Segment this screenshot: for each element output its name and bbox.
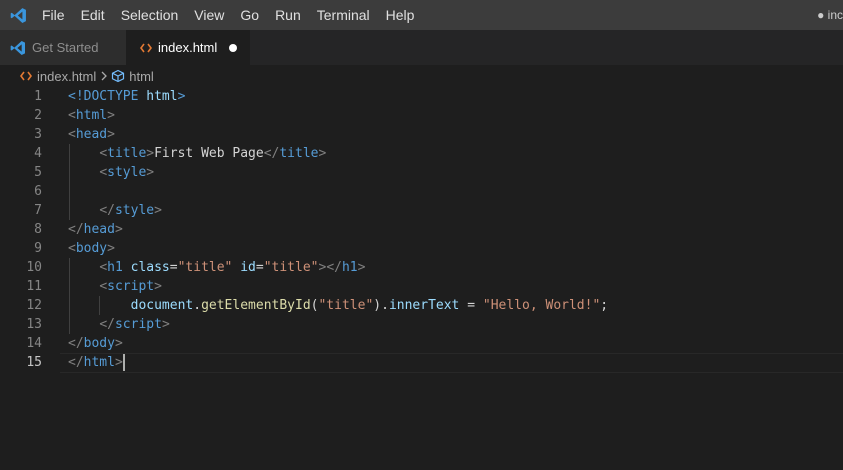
line-number: 7 [34,203,42,218]
code-text: </body> [68,336,123,351]
line-number: 1 [34,89,42,104]
code-text: <html> [68,108,115,123]
code-line[interactable]: 7 </style> [0,201,843,220]
vscode-logo-icon[interactable] [0,0,36,30]
code-line[interactable]: 12 document.getElementById("title").inne… [0,296,843,315]
code-editor[interactable]: 1 <!DOCTYPE html> 2 <html> 3 <head> 4 <title>F… [0,87,843,470]
code-line[interactable]: 11 <script> [0,277,843,296]
code-line[interactable]: 3 <head> [0,125,843,144]
menu-terminal[interactable]: Terminal [309,0,378,30]
line-number: 5 [34,165,42,180]
tab-index-html[interactable]: index.html [126,30,250,65]
breadcrumb-symbol-label: html [129,68,154,84]
line-number: 8 [34,222,42,237]
line-number: 10 [26,260,42,275]
code-line[interactable]: 2 <html> [0,106,843,125]
code-line[interactable]: 1 <!DOCTYPE html> [0,87,843,106]
breadcrumb-symbol[interactable]: html [111,69,154,84]
line-number: 2 [34,108,42,123]
text-cursor [122,354,125,371]
code-text: </html> [68,354,125,371]
menu-run[interactable]: Run [267,0,309,30]
line-number: 3 [34,127,42,142]
menu-go[interactable]: Go [232,0,267,30]
code-line[interactable]: 15 </html> [0,353,843,372]
code-line[interactable]: 4 <title>First Web Page</title> [0,144,843,163]
symbol-cube-icon [111,69,125,83]
code-text: </style> [99,203,162,218]
line-number: 15 [26,355,42,370]
line-number: 4 [34,146,42,161]
tab-bar: Get Started index.html [0,30,843,65]
code-text: <!DOCTYPE html> [68,89,186,104]
code-line[interactable]: 5 <style> [0,163,843,182]
tab-label: Get Started [32,40,99,55]
chevron-right-icon [100,71,108,81]
code-line[interactable]: 14 </body> [0,334,843,353]
menu-bar: File Edit Selection View Go Run Terminal… [36,0,422,30]
line-number: 13 [26,317,42,332]
code-text: </head> [68,222,123,237]
code-text: <title>First Web Page</title> [99,146,327,161]
code-text: <h1 class="title" id="title"></h1> [99,260,366,275]
menu-selection[interactable]: Selection [113,0,187,30]
line-number: 9 [34,241,42,256]
html-file-icon [140,42,152,54]
html-file-icon [20,70,32,82]
code-line[interactable]: 13 </script> [0,315,843,334]
line-number: 14 [26,336,42,351]
unsaved-dot-icon[interactable] [229,43,238,52]
menu-edit[interactable]: Edit [73,0,113,30]
breadcrumb-file[interactable]: index.html [20,69,96,84]
tab-label: index.html [158,40,218,55]
tab-get-started[interactable]: Get Started [0,30,126,65]
code-text: <body> [68,241,115,256]
code-line[interactable]: 8 </head> [0,220,843,239]
code-text: <script> [99,279,162,294]
line-number: 6 [34,184,42,199]
vscode-logo-icon [10,40,26,56]
window-title: ● inc [817,8,843,22]
line-number: 12 [26,298,42,313]
menu-help[interactable]: Help [378,0,423,30]
breadcrumb-file-label: index.html [37,68,97,84]
line-number: 11 [26,279,42,294]
menu-file[interactable]: File [36,0,73,30]
menu-view[interactable]: View [186,0,232,30]
code-text: </script> [99,317,170,332]
code-text: <style> [99,165,155,180]
code-text: document.getElementById("title").innerTe… [130,298,609,313]
title-bar: File Edit Selection View Go Run Terminal… [0,0,843,30]
breadcrumb: index.html html [0,65,843,87]
code-line[interactable]: 10 <h1 class="title" id="title"></h1> [0,258,843,277]
code-line[interactable]: 9 <body> [0,239,843,258]
code-text: <head> [68,127,115,142]
code-line[interactable]: 6 [0,182,843,201]
